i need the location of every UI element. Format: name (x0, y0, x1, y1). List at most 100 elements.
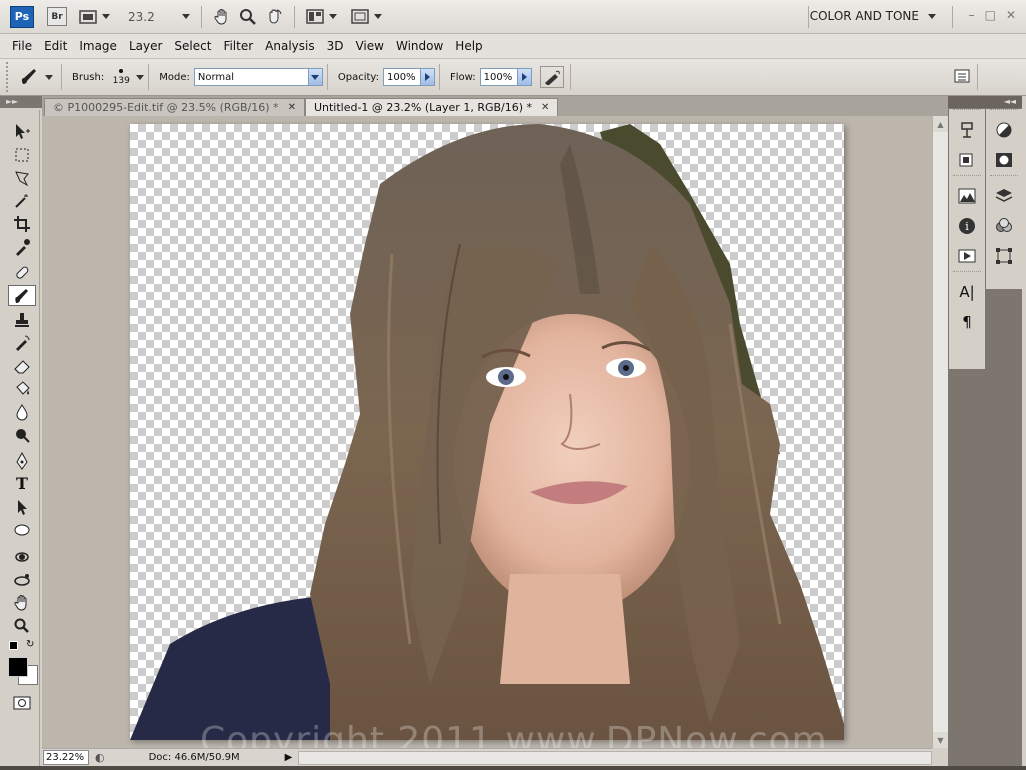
menu-view[interactable]: View (349, 34, 389, 59)
flow-label: Flow: (449, 71, 476, 83)
layers-panel-icon[interactable] (986, 181, 1022, 211)
eraser-icon[interactable] (8, 355, 36, 376)
toolbox-header[interactable]: ►► (0, 96, 42, 108)
vertical-scrollbar[interactable]: ▲ ▼ (932, 116, 948, 748)
hand-tool-button[interactable] (209, 6, 235, 28)
window-controls: – □ ✕ (969, 8, 1016, 22)
horizontal-scrollbar[interactable] (298, 750, 932, 765)
3d-rotate-icon[interactable] (8, 546, 36, 567)
zoom-level-dropdown[interactable]: 23.2 (124, 6, 194, 28)
channels-panel-icon[interactable] (986, 211, 1022, 241)
zoom-tool-icon[interactable] (8, 615, 36, 636)
view-extras-button[interactable] (75, 6, 114, 28)
clone-stamp-icon[interactable] (8, 309, 36, 330)
swap-colors-icon[interactable]: ↻ (26, 639, 34, 650)
flow-slider-button[interactable] (516, 69, 531, 85)
film-icon (79, 9, 97, 24)
blur-tool-icon[interactable] (8, 401, 36, 422)
tab-document-2[interactable]: Untitled-1 @ 23.2% (Layer 1, RGB/16) * ✕ (304, 98, 559, 116)
zoom-field[interactable]: 23.22% (43, 750, 89, 765)
3d-orbit-icon[interactable] (8, 569, 36, 590)
flow-input[interactable]: 100% (479, 68, 532, 86)
scroll-up-icon[interactable]: ▲ (933, 116, 948, 132)
bridge-button[interactable]: Br (47, 7, 67, 26)
menu-image[interactable]: Image (73, 34, 123, 59)
histogram-panel-icon[interactable] (949, 181, 985, 211)
opacity-label: Opacity: (337, 71, 379, 83)
flow-value: 100% (483, 71, 513, 83)
healing-brush-icon[interactable] (8, 262, 36, 283)
info-panel-icon[interactable]: i (949, 211, 985, 241)
eyedropper-icon[interactable] (8, 236, 36, 257)
document-canvas[interactable] (130, 124, 844, 740)
zoom-tool-button[interactable] (235, 6, 261, 28)
default-colors-icon[interactable] (9, 641, 18, 650)
animation-panel-icon[interactable] (949, 241, 985, 271)
close-tab-icon[interactable]: ✕ (288, 102, 296, 113)
mode-select[interactable]: Normal (193, 68, 323, 86)
crop-tool-icon[interactable] (8, 213, 36, 234)
paths-panel-icon[interactable] (986, 241, 1022, 271)
close-icon[interactable]: ✕ (1006, 8, 1016, 22)
foreground-color-swatch[interactable] (8, 657, 28, 677)
window-bottom-edge (0, 766, 1026, 770)
tool-preset-picker[interactable] (20, 68, 53, 86)
marquee-tool-icon[interactable] (8, 144, 36, 165)
status-icon[interactable]: ◐ (95, 751, 105, 764)
menu-filter[interactable]: Filter (217, 34, 259, 59)
minimize-icon[interactable]: – (969, 8, 975, 22)
menu-window[interactable]: Window (390, 34, 449, 59)
layout-icon (306, 9, 324, 24)
opacity-slider-button[interactable] (419, 69, 434, 85)
arrange-documents-button[interactable] (302, 6, 341, 28)
dodge-tool-icon[interactable] (8, 424, 36, 445)
tab-document-1[interactable]: © P1000295-Edit.tif @ 23.5% (RGB/16) * ✕ (44, 98, 305, 116)
move-tool-icon[interactable] (8, 120, 36, 141)
adjustments-panel-icon[interactable] (986, 115, 1022, 145)
screen-mode-button[interactable] (347, 6, 386, 28)
brush-picker[interactable]: 139 (108, 68, 145, 86)
svg-text:i: i (965, 220, 969, 233)
menu-layer[interactable]: Layer (123, 34, 168, 59)
canvas-area[interactable]: Copyright 2011 www.DPNow.com (42, 116, 932, 748)
history-brush-icon[interactable] (8, 332, 36, 353)
character-panel-icon[interactable]: A| (949, 277, 985, 307)
opacity-value: 100% (386, 71, 416, 83)
airbrush-toggle[interactable] (539, 66, 564, 88)
brush-icon (21, 69, 36, 84)
options-bar: Brush: 139 Mode: Normal Opacity: 100% Fl… (0, 59, 1026, 96)
workspace-switcher[interactable]: COLOR AND TONE (810, 9, 936, 23)
actions-panel-icon[interactable] (949, 145, 985, 175)
path-selection-icon[interactable] (8, 496, 36, 517)
paint-bucket-icon[interactable] (8, 378, 36, 399)
menu-file[interactable]: File (6, 34, 38, 59)
panel-toggle-button[interactable] (954, 68, 970, 87)
copyright-watermark: Copyright 2011 www.DPNow.com (200, 720, 828, 748)
history-panel-icon[interactable] (949, 115, 985, 145)
menu-help[interactable]: Help (449, 34, 488, 59)
status-menu-arrow-icon[interactable]: ▶ (285, 752, 293, 763)
paragraph-panel-icon[interactable]: ¶ (949, 307, 985, 337)
close-tab-icon[interactable]: ✕ (541, 102, 549, 113)
panel-column-left: i A| ¶ (949, 109, 985, 369)
menu-select[interactable]: Select (168, 34, 217, 59)
menu-analysis[interactable]: Analysis (259, 34, 320, 59)
type-tool-icon[interactable]: T (8, 473, 36, 494)
scroll-down-icon[interactable]: ▼ (933, 732, 948, 748)
lasso-tool-icon[interactable] (8, 167, 36, 188)
hand-tool-icon[interactable] (8, 592, 36, 613)
pen-tool-icon[interactable] (8, 450, 36, 471)
maximize-icon[interactable]: □ (985, 8, 996, 22)
menu-edit[interactable]: Edit (38, 34, 73, 59)
rotate-view-button[interactable] (261, 6, 287, 28)
menu-3d[interactable]: 3D (321, 34, 350, 59)
opacity-input[interactable]: 100% (382, 68, 435, 86)
masks-panel-icon[interactable] (986, 145, 1022, 175)
dock-collapse-header[interactable]: ◄◄ (948, 96, 1022, 108)
brush-size: 139 (112, 75, 130, 86)
brush-panel-icon (954, 69, 970, 83)
brush-tool-icon[interactable] (8, 285, 36, 306)
quick-mask-icon[interactable] (8, 692, 36, 713)
shape-tool-icon[interactable] (8, 519, 36, 540)
magic-wand-icon[interactable] (8, 190, 36, 211)
